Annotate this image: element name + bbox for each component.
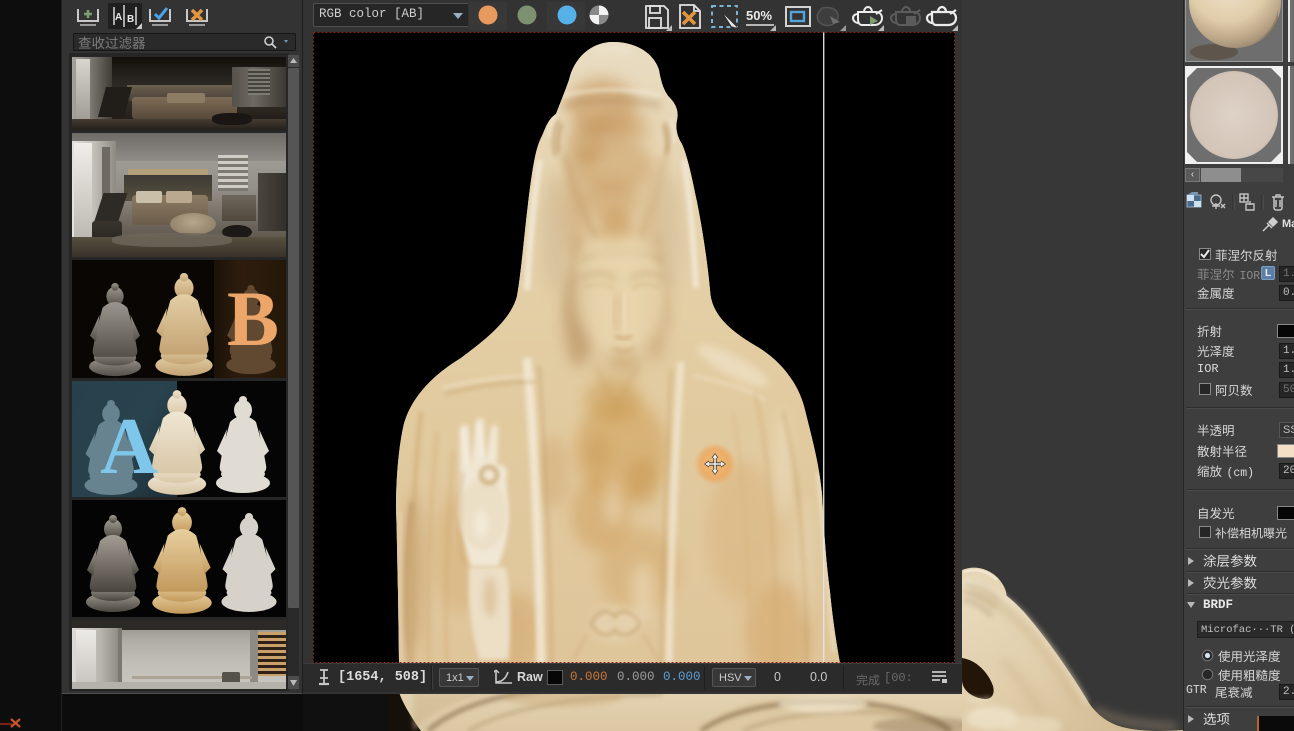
svg-text:B: B xyxy=(127,14,134,25)
svg-text:A: A xyxy=(115,12,122,23)
svg-text:50%: 50% xyxy=(746,8,772,23)
